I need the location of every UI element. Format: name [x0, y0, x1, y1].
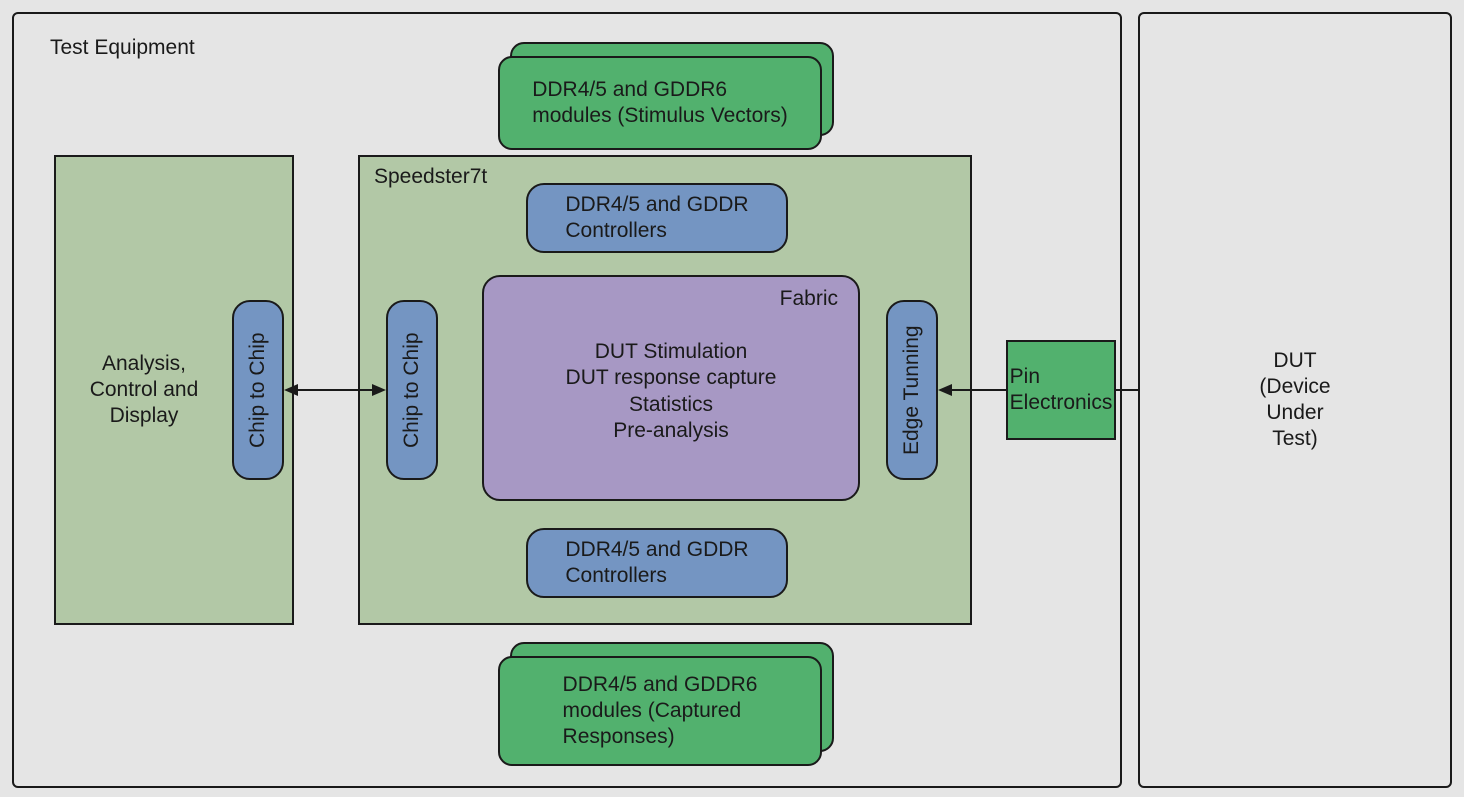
ddr-ctrl-top-label: DDR4/5 and GDDR Controllers — [565, 192, 748, 245]
chip-to-chip-pill-left: Chip to Chip — [232, 300, 284, 480]
fabric-l1: DUT Stimulation — [484, 339, 858, 365]
modules-bot-l2: modules (Captured — [563, 698, 758, 724]
dut-line2: (Device — [1259, 374, 1330, 400]
ddr-ctrl-bot-label: DDR4/5 and GDDR Controllers — [565, 537, 748, 590]
modules-bottom: DDR4/5 and GDDR6 modules (Captured Respo… — [498, 656, 822, 766]
analysis-line2: Control and — [90, 377, 199, 403]
chip-to-chip-label-2: Chip to Chip — [399, 332, 425, 448]
modules-bot-l3: Responses) — [563, 724, 758, 750]
arrow-pin-to-edge — [938, 380, 1006, 400]
arrow-chip-to-chip — [284, 380, 386, 400]
test-equipment-title: Test Equipment — [50, 36, 195, 60]
ddr-controllers-top: DDR4/5 and GDDR Controllers — [526, 183, 788, 253]
fabric-title: Fabric — [780, 287, 838, 311]
fabric-box: Fabric DUT Stimulation DUT response capt… — [482, 275, 860, 501]
dut-line1: DUT — [1259, 348, 1330, 374]
modules-top-l1: DDR4/5 and GDDR6 — [532, 77, 788, 103]
analysis-line1: Analysis, — [90, 351, 199, 377]
ddr-ctrl-top-l2: Controllers — [565, 218, 748, 244]
fabric-l3: Statistics — [484, 392, 858, 418]
dut-container: DUT (Device Under Test) — [1138, 12, 1452, 788]
pin-electronics-box: Pin Electronics — [1006, 340, 1116, 440]
speedster-title: Speedster7t — [374, 165, 487, 189]
dut-line4: Test) — [1259, 426, 1330, 452]
dut-line3: Under — [1259, 400, 1330, 426]
chip-to-chip-label-1: Chip to Chip — [245, 332, 271, 448]
modules-bottom-label: DDR4/5 and GDDR6 modules (Captured Respo… — [563, 672, 758, 751]
dut-label: DUT (Device Under Test) — [1259, 348, 1330, 453]
pin-elec-l1: Pin — [1010, 364, 1113, 390]
line-pin-to-dut — [1116, 380, 1140, 400]
modules-bot-l1: DDR4/5 and GDDR6 — [563, 672, 758, 698]
ddr-controllers-bottom: DDR4/5 and GDDR Controllers — [526, 528, 788, 598]
ddr-ctrl-bot-l1: DDR4/5 and GDDR — [565, 537, 748, 563]
modules-top-l2: modules (Stimulus Vectors) — [532, 103, 788, 129]
chip-to-chip-pill-right: Chip to Chip — [386, 300, 438, 480]
analysis-line3: Display — [90, 403, 199, 429]
ddr-ctrl-top-l1: DDR4/5 and GDDR — [565, 192, 748, 218]
fabric-content: DUT Stimulation DUT response capture Sta… — [484, 339, 858, 444]
ddr-ctrl-bot-l2: Controllers — [565, 563, 748, 589]
edge-tuning-label: Edge Tunning — [899, 325, 925, 455]
pin-elec-l2: Electronics — [1010, 390, 1113, 416]
fabric-l2: DUT response capture — [484, 365, 858, 391]
edge-tuning-pill: Edge Tunning — [886, 300, 938, 480]
modules-top-label: DDR4/5 and GDDR6 modules (Stimulus Vecto… — [532, 77, 788, 130]
modules-top: DDR4/5 and GDDR6 modules (Stimulus Vecto… — [498, 56, 822, 150]
pin-elec-label: Pin Electronics — [1010, 364, 1113, 417]
analysis-label: Analysis, Control and Display — [90, 351, 199, 430]
fabric-l4: Pre-analysis — [484, 418, 858, 444]
